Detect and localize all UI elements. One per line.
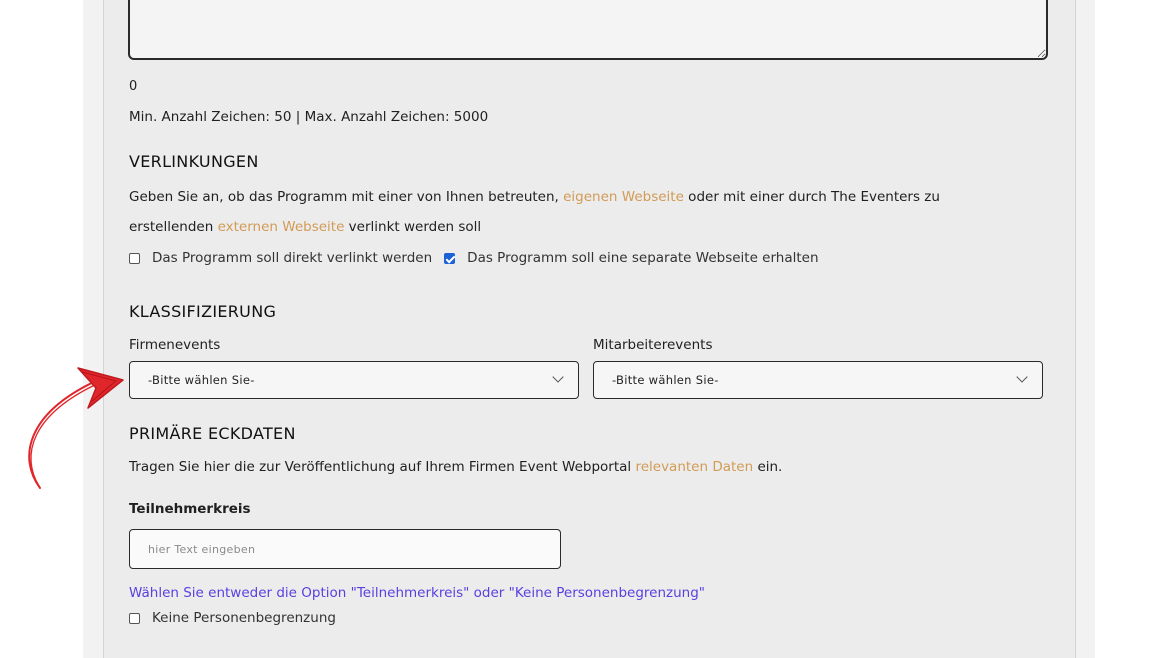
chevron-down-icon xyxy=(1016,371,1028,383)
character-counter: 0 xyxy=(129,79,138,94)
verlinkungen-text-3: erstellenden xyxy=(129,219,218,235)
eckdaten-description: Tragen Sie hier die zur Veröffentlichung… xyxy=(129,459,782,475)
mitarbeiterevents-selected-value: -Bitte wählen Sie- xyxy=(612,373,719,387)
mitarbeiterevents-label: Mitarbeiterevents xyxy=(593,337,713,353)
keine-begrenzung-checkbox[interactable] xyxy=(129,612,140,624)
section-heading-klassifizierung: KLASSIFIZIERUNG xyxy=(129,302,277,321)
keine-begrenzung-label: Keine Personenbegrenzung xyxy=(152,610,336,626)
externe-webseite-link[interactable]: externen Webseite xyxy=(218,219,345,235)
description-textarea[interactable] xyxy=(128,0,1048,60)
direct-link-checkbox[interactable] xyxy=(129,252,140,264)
teilnehmerkreis-label: Teilnehmerkreis xyxy=(129,501,251,517)
direct-link-label: Das Programm soll direkt verlinkt werden xyxy=(152,250,433,266)
verlinkungen-text-2: oder mit einer durch The Eventers zu xyxy=(683,189,940,205)
verlinkungen-description-line2: erstellenden externen Webseite verlinkt … xyxy=(129,219,481,235)
separate-website-label: Das Programm soll eine separate Webseite… xyxy=(467,250,819,266)
eckdaten-text-2: ein. xyxy=(753,459,783,475)
keine-begrenzung-option: Keine Personenbegrenzung xyxy=(129,610,336,626)
verlinkungen-options: Das Programm soll direkt verlinkt werden… xyxy=(129,250,819,266)
character-limits: Min. Anzahl Zeichen: 50 | Max. Anzahl Ze… xyxy=(129,109,489,125)
chevron-down-icon xyxy=(552,371,564,383)
separate-website-checkbox[interactable] xyxy=(444,252,456,264)
eckdaten-text-1: Tragen Sie hier die zur Veröffentlichung… xyxy=(129,459,636,475)
firmenevents-selected-value: -Bitte wählen Sie- xyxy=(148,373,255,387)
teilnehmerkreis-input[interactable] xyxy=(129,529,561,569)
section-heading-eckdaten: PRIMÄRE ECKDATEN xyxy=(129,424,296,443)
mitarbeiterevents-select[interactable]: -Bitte wählen Sie- xyxy=(593,361,1043,399)
verlinkungen-description-line1: Geben Sie an, ob das Programm mit einer … xyxy=(129,189,940,205)
eigene-webseite-link[interactable]: eigenen Webseite xyxy=(563,189,684,205)
relevante-daten-link[interactable]: relevanten Daten xyxy=(635,459,753,475)
firmenevents-select[interactable]: -Bitte wählen Sie- xyxy=(129,361,579,399)
verlinkungen-text-1: Geben Sie an, ob das Programm mit einer … xyxy=(129,189,564,205)
verlinkungen-text-4: verlinkt werden soll xyxy=(344,219,482,235)
red-hand-drawn-arrow-icon xyxy=(28,367,124,489)
section-heading-verlinkungen: VERLINKUNGEN xyxy=(129,152,259,171)
firmenevents-label: Firmenevents xyxy=(129,337,221,353)
teilnehmerkreis-hint: Wählen Sie entweder die Option "Teilnehm… xyxy=(129,585,706,601)
